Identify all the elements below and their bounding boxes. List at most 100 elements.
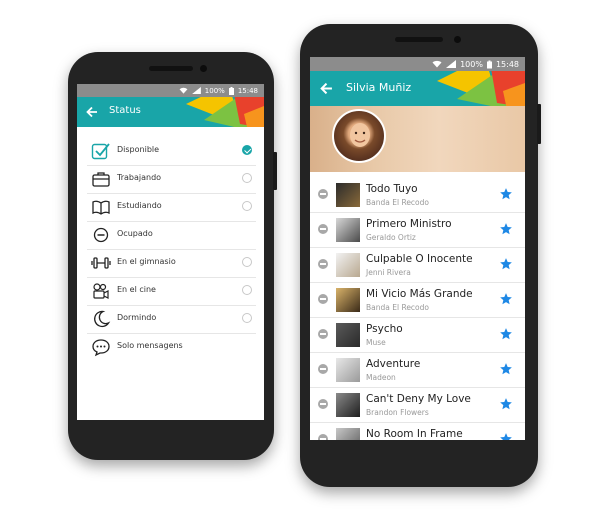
status-item[interactable]: Dormindo bbox=[87, 305, 256, 334]
status-label: Dormindo bbox=[117, 313, 157, 322]
song-row[interactable]: No Room In Frame bbox=[310, 423, 525, 440]
album-art bbox=[336, 253, 360, 277]
status-item[interactable]: Estudiando bbox=[87, 193, 256, 222]
clock: 15:48 bbox=[495, 59, 519, 69]
song-title: Primero Ministro bbox=[366, 218, 452, 230]
status-label: En el gimnasio bbox=[117, 257, 176, 266]
status-label: Solo mensagens bbox=[117, 341, 183, 350]
decorative-shapes bbox=[186, 97, 264, 127]
album-art bbox=[336, 428, 360, 440]
star-icon[interactable] bbox=[499, 362, 513, 376]
dumbbell-icon bbox=[91, 257, 111, 269]
wifi-icon bbox=[179, 87, 188, 94]
status-bar: 100% 15:48 bbox=[310, 57, 525, 71]
song-artist: Madeon bbox=[366, 373, 396, 382]
star-icon[interactable] bbox=[499, 257, 513, 271]
star-icon[interactable] bbox=[499, 397, 513, 411]
profile-header bbox=[310, 106, 525, 172]
power-button bbox=[273, 152, 277, 190]
battery-percent: 100% bbox=[460, 59, 483, 69]
battery-percent: 100% bbox=[204, 86, 225, 95]
song-list: Todo Tuyo Banda El Recodo Primero Minist… bbox=[310, 178, 525, 440]
remove-icon[interactable] bbox=[318, 189, 328, 199]
app-bar: Silvia Muñiz bbox=[310, 71, 525, 106]
right-phone: 100% 15:48 Silvia Muñiz Todo Tuyo Banda … bbox=[300, 24, 541, 487]
avatar[interactable] bbox=[332, 109, 386, 163]
status-radio[interactable] bbox=[242, 173, 252, 183]
moon-icon bbox=[94, 310, 111, 328]
song-artist: Brandon Flowers bbox=[366, 408, 429, 417]
briefcase-icon bbox=[92, 172, 110, 187]
album-art bbox=[336, 183, 360, 207]
remove-icon[interactable] bbox=[318, 364, 328, 374]
star-icon[interactable] bbox=[499, 327, 513, 341]
status-label: Ocupado bbox=[117, 229, 153, 238]
song-row[interactable]: Can't Deny My Love Brandon Flowers bbox=[310, 388, 525, 423]
album-art bbox=[336, 288, 360, 312]
song-title: Can't Deny My Love bbox=[366, 393, 471, 405]
status-radio[interactable] bbox=[242, 145, 252, 155]
power-button bbox=[537, 104, 541, 144]
song-row[interactable]: Mi Vicio Más Grande Banda El Recodo bbox=[310, 283, 525, 318]
remove-icon[interactable] bbox=[318, 329, 328, 339]
status-label: Disponible bbox=[117, 145, 160, 154]
song-title: Todo Tuyo bbox=[366, 183, 418, 195]
left-phone: 100% 15:48 Status Disponible Trabajando bbox=[68, 52, 277, 460]
remove-icon[interactable] bbox=[318, 434, 328, 440]
status-item[interactable]: Disponible bbox=[87, 137, 256, 166]
status-item[interactable]: Solo mensagens bbox=[87, 333, 256, 361]
star-icon[interactable] bbox=[499, 432, 513, 440]
song-row[interactable]: Culpable O Inocente Jenni Rivera bbox=[310, 248, 525, 283]
album-art bbox=[336, 358, 360, 382]
back-arrow-icon[interactable] bbox=[320, 82, 333, 95]
remove-icon[interactable] bbox=[318, 294, 328, 304]
song-row[interactable]: Todo Tuyo Banda El Recodo bbox=[310, 178, 525, 213]
song-row[interactable]: Psycho Muse bbox=[310, 318, 525, 353]
song-row[interactable]: Adventure Madeon bbox=[310, 353, 525, 388]
status-label: Trabajando bbox=[117, 173, 162, 182]
clock: 15:48 bbox=[237, 86, 258, 95]
song-artist: Muse bbox=[366, 338, 386, 347]
status-bar: 100% 15:48 bbox=[77, 84, 264, 97]
wifi-icon bbox=[432, 60, 442, 68]
page-title: Silvia Muñiz bbox=[346, 81, 412, 94]
status-radio[interactable] bbox=[242, 313, 252, 323]
do-not-disturb-icon bbox=[93, 227, 109, 243]
status-item[interactable]: En el cine bbox=[87, 277, 256, 306]
remove-icon[interactable] bbox=[318, 224, 328, 234]
song-title: No Room In Frame bbox=[366, 428, 463, 440]
status-item[interactable]: Trabajando bbox=[87, 165, 256, 194]
book-icon bbox=[92, 200, 110, 215]
chat-bubble-icon bbox=[92, 339, 110, 357]
remove-icon[interactable] bbox=[318, 259, 328, 269]
song-title: Adventure bbox=[366, 358, 421, 370]
movie-camera-icon bbox=[93, 283, 109, 299]
status-radio[interactable] bbox=[242, 285, 252, 295]
earpiece bbox=[395, 37, 443, 42]
status-radio[interactable] bbox=[242, 201, 252, 211]
song-row[interactable]: Primero Ministro Geraldo Ortiz bbox=[310, 213, 525, 248]
song-title: Psycho bbox=[366, 323, 403, 335]
status-radio[interactable] bbox=[242, 257, 252, 267]
status-item[interactable]: En el gimnasio bbox=[87, 249, 256, 278]
star-icon[interactable] bbox=[499, 292, 513, 306]
star-icon[interactable] bbox=[499, 187, 513, 201]
song-artist: Geraldo Ortiz bbox=[366, 233, 416, 242]
battery-icon bbox=[228, 86, 234, 95]
star-icon[interactable] bbox=[499, 222, 513, 236]
left-screen: 100% 15:48 Status Disponible Trabajando bbox=[77, 84, 264, 420]
front-camera bbox=[454, 36, 461, 43]
remove-icon[interactable] bbox=[318, 399, 328, 409]
status-item[interactable]: Ocupado bbox=[87, 221, 256, 250]
song-title: Culpable O Inocente bbox=[366, 253, 473, 265]
status-label: Estudiando bbox=[117, 201, 162, 210]
battery-icon bbox=[486, 60, 492, 68]
checkmark-icon bbox=[91, 143, 110, 160]
app-bar: Status bbox=[77, 97, 264, 127]
song-title: Mi Vicio Más Grande bbox=[366, 288, 473, 300]
earpiece bbox=[149, 66, 193, 71]
signal-icon bbox=[446, 60, 457, 68]
song-artist: Jenni Rivera bbox=[366, 268, 411, 277]
album-art bbox=[336, 323, 360, 347]
back-arrow-icon[interactable] bbox=[86, 106, 98, 118]
